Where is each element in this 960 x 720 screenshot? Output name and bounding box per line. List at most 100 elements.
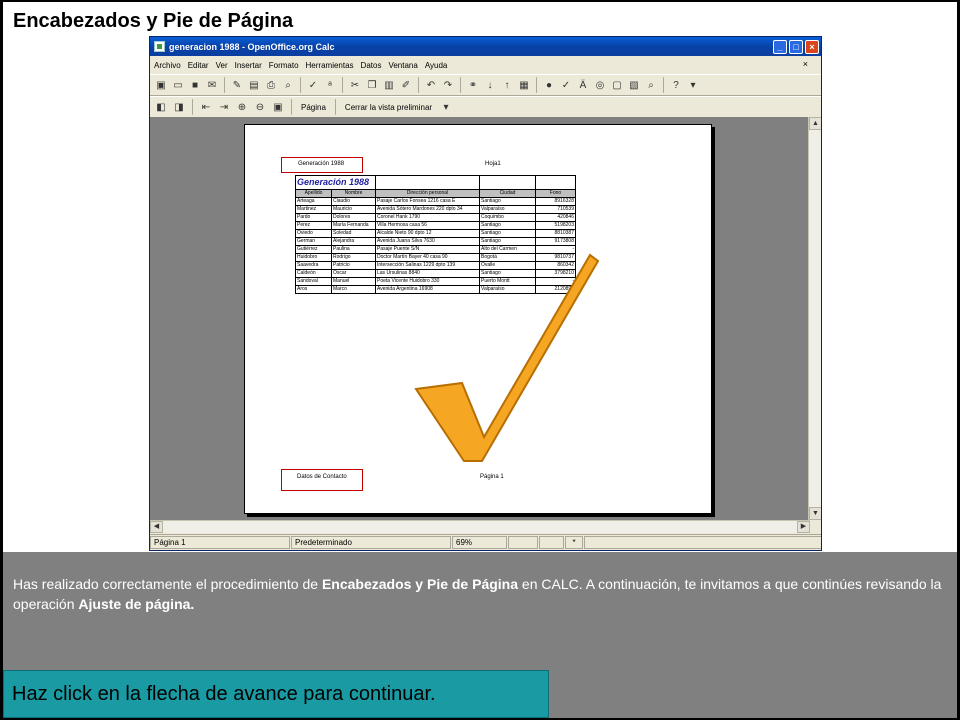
table-cell: Caldeón (295, 269, 332, 278)
new-icon[interactable]: ▣ (154, 78, 168, 92)
table-cell: Santiago (479, 197, 536, 206)
close-preview-button[interactable]: Cerrar la vista preliminar (342, 103, 435, 112)
header-center-text: Hoja1 (485, 161, 501, 167)
autospell-icon[interactable]: ᵃ (323, 78, 337, 92)
record-icon[interactable]: ● (542, 78, 556, 92)
cut-icon[interactable]: ✂ (348, 78, 362, 92)
zoom-out-icon[interactable]: ⊖ (253, 100, 267, 114)
maximize-button[interactable]: □ (789, 39, 803, 54)
document-close-icon[interactable]: × (803, 59, 808, 69)
last-page-icon[interactable]: ⇥ (217, 100, 231, 114)
fullscreen-icon[interactable]: ▣ (271, 100, 285, 114)
table-row: Pardo Dolores Coronel Hank 1790 Coquimbo 420… (295, 213, 576, 222)
menu-ayuda[interactable]: Ayuda (425, 61, 448, 70)
print-icon[interactable]: ⎙ (264, 78, 278, 92)
page-format-button[interactable]: Página (298, 103, 329, 112)
column-header: Dirección personal (375, 189, 480, 198)
standard-toolbar: ▣ ▭ ■ ✉ ✎ ▤ ⎙ ⌕ ✓ ᵃ ✂ ❐ ▥ ✐ ↶ ↷ ⚭ ↓ ↑ ▦ (150, 74, 821, 96)
menu-herramientas[interactable]: Herramientas (306, 61, 354, 70)
status-insert-mode (508, 536, 538, 549)
table-cell: Gutiérrez (295, 245, 332, 254)
chart-icon[interactable]: ▦ (517, 78, 531, 92)
open-icon[interactable]: ▭ (171, 78, 185, 92)
table-cell: 9173808 (535, 237, 576, 246)
toolbar-separator (663, 77, 664, 93)
toolbar-overflow-icon[interactable]: ▾ (439, 100, 453, 114)
zoom-in-icon[interactable]: ⊕ (235, 100, 249, 114)
status-style: Predeterminado (291, 536, 451, 549)
table-cell: Martinez (295, 205, 332, 214)
table-cell: Soledad (331, 229, 376, 238)
vertical-scrollbar[interactable]: ▲ ▼ (808, 117, 821, 520)
email-icon[interactable]: ✉ (205, 78, 219, 92)
menu-ver[interactable]: Ver (216, 61, 228, 70)
table-cell: Sandoval (295, 277, 332, 286)
preview-toolbar: ◧ ◨ ⇤ ⇥ ⊕ ⊖ ▣ Página Cerrar la vista pre… (150, 96, 821, 118)
menu-formato[interactable]: Formato (269, 61, 299, 70)
page-preview-icon[interactable]: ⌕ (281, 78, 295, 92)
previous-page-icon[interactable]: ◧ (154, 100, 168, 114)
next-page-icon[interactable]: ◨ (172, 100, 186, 114)
scroll-down-icon[interactable]: ▼ (809, 507, 821, 520)
table-cell: Villa Hermosa casa 56 (375, 221, 480, 230)
menu-ventana[interactable]: Ventana (388, 61, 417, 70)
window-titlebar: generacion 1988 - OpenOffice.org Calc _ … (150, 37, 821, 56)
table-cell: Santiago (479, 229, 536, 238)
table-cell: Avenida Sótero Mardones 220 dpto 34 (375, 205, 480, 214)
table-cell: Oscar (331, 269, 376, 278)
zoom-icon[interactable]: ⌕ (644, 78, 658, 92)
gallery-icon[interactable]: ▢ (610, 78, 624, 92)
toolbar-overflow-icon[interactable]: ▾ (686, 78, 700, 92)
table-cell: Dolores (331, 213, 376, 222)
save-icon[interactable]: ■ (188, 78, 202, 92)
help-icon[interactable]: ? (669, 78, 683, 92)
edit-file-icon[interactable]: ✎ (230, 78, 244, 92)
redo-icon[interactable]: ↷ (441, 78, 455, 92)
scroll-left-icon[interactable]: ◀ (150, 521, 163, 533)
table-cell: Santiago (479, 221, 536, 230)
scroll-up-icon[interactable]: ▲ (809, 117, 821, 130)
copy-icon[interactable]: ❐ (365, 78, 379, 92)
minimize-button[interactable]: _ (773, 39, 787, 54)
scroll-right-icon[interactable]: ▶ (797, 521, 810, 533)
checkmark-shape (414, 253, 600, 462)
status-zoom[interactable]: 69% (452, 536, 507, 549)
table-cell: Valparaíso (479, 205, 536, 214)
spellcheck-icon[interactable]: ✓ (306, 78, 320, 92)
draw-functions-icon[interactable]: ✓ (559, 78, 573, 92)
status-bar: Página 1 Predeterminado 69% * (150, 534, 821, 550)
table-row: Martinez Mauricio Avenida Sótero Mardones … (295, 205, 576, 214)
hyperlink-icon[interactable]: ⚭ (466, 78, 480, 92)
close-button[interactable]: × (805, 39, 819, 54)
first-page-icon[interactable]: ⇤ (199, 100, 213, 114)
datasources-icon[interactable]: ▧ (627, 78, 641, 92)
toolbar-separator (460, 77, 461, 93)
sort-ascending-icon[interactable]: ↓ (483, 78, 497, 92)
table-cell: Aros (295, 285, 332, 294)
toolbar-separator (291, 99, 292, 115)
table-cell: Mauricio (331, 205, 376, 214)
footer-highlight-box (281, 469, 363, 491)
status-selection-mode (539, 536, 564, 549)
undo-icon[interactable]: ↶ (424, 78, 438, 92)
pdf-icon[interactable]: ▤ (247, 78, 261, 92)
table-cell: 420846 (535, 213, 576, 222)
menu-editar[interactable]: Editar (188, 61, 209, 70)
menu-datos[interactable]: Datos (361, 61, 382, 70)
table-cell: 8916328 (535, 197, 576, 206)
table-cell: Avenida Juana Silva 7630 (375, 237, 480, 246)
table-cell: Coquimbo (479, 213, 536, 222)
menu-archivo[interactable]: Archivo (154, 61, 181, 70)
table-cell: Pardo (295, 213, 332, 222)
table-cell: Paulina (331, 245, 376, 254)
sort-descending-icon[interactable]: ↑ (500, 78, 514, 92)
format-paintbrush-icon[interactable]: ✐ (399, 78, 413, 92)
horizontal-scrollbar[interactable]: ◀ ▶ (150, 520, 810, 533)
navigator-icon[interactable]: ◎ (593, 78, 607, 92)
table-row: German Alejandra Avenida Juana Silva 7630 S… (295, 237, 576, 246)
paste-icon[interactable]: ▥ (382, 78, 396, 92)
toolbar-separator (334, 99, 336, 115)
menu-insertar[interactable]: Insertar (235, 61, 262, 70)
window-title: generacion 1988 - OpenOffice.org Calc (169, 41, 335, 52)
find-icon[interactable]: Ä (576, 78, 590, 92)
